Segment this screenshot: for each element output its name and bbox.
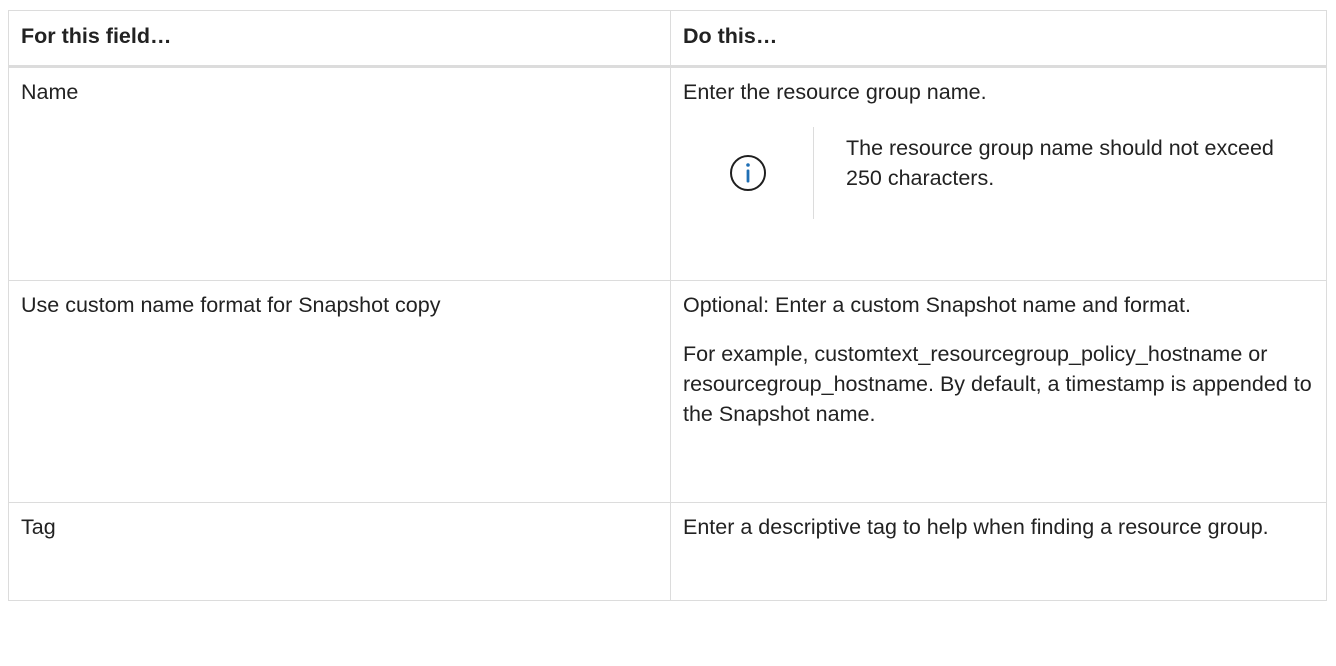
field-instructions-table: For this field… Do this… Name Enter the … [8, 10, 1327, 601]
instruction-detail: For example, customtext_resourcegroup_po… [683, 342, 1312, 426]
table-header-row: For this field… Do this… [8, 10, 1327, 68]
instruction-cell-custom-name-format: Optional: Enter a custom Snapshot name a… [670, 280, 1327, 503]
instruction-cell-name: Enter the resource group name. The resou… [670, 66, 1327, 281]
header-action: Do this… [670, 10, 1327, 68]
instruction-text: Optional: Enter a custom Snapshot name a… [683, 293, 1191, 317]
table-row: Use custom name format for Snapshot copy… [8, 280, 1327, 503]
note-icon-column [683, 127, 814, 219]
table-row: Tag Enter a descriptive tag to help when… [8, 502, 1327, 601]
info-icon [729, 154, 767, 192]
table-row: Name Enter the resource group name. The … [8, 66, 1327, 281]
instruction-text: Enter a descriptive tag to help when fin… [683, 515, 1269, 539]
instruction-cell-tag: Enter a descriptive tag to help when fin… [670, 502, 1327, 601]
note-admonition: The resource group name should not excee… [683, 127, 1314, 219]
header-field: For this field… [8, 10, 671, 68]
note-text: The resource group name should not excee… [846, 136, 1274, 190]
field-cell-name: Name [8, 66, 671, 281]
instruction-text: Enter the resource group name. [683, 80, 987, 104]
field-cell-custom-name-format: Use custom name format for Snapshot copy [8, 280, 671, 503]
field-cell-tag: Tag [8, 502, 671, 601]
